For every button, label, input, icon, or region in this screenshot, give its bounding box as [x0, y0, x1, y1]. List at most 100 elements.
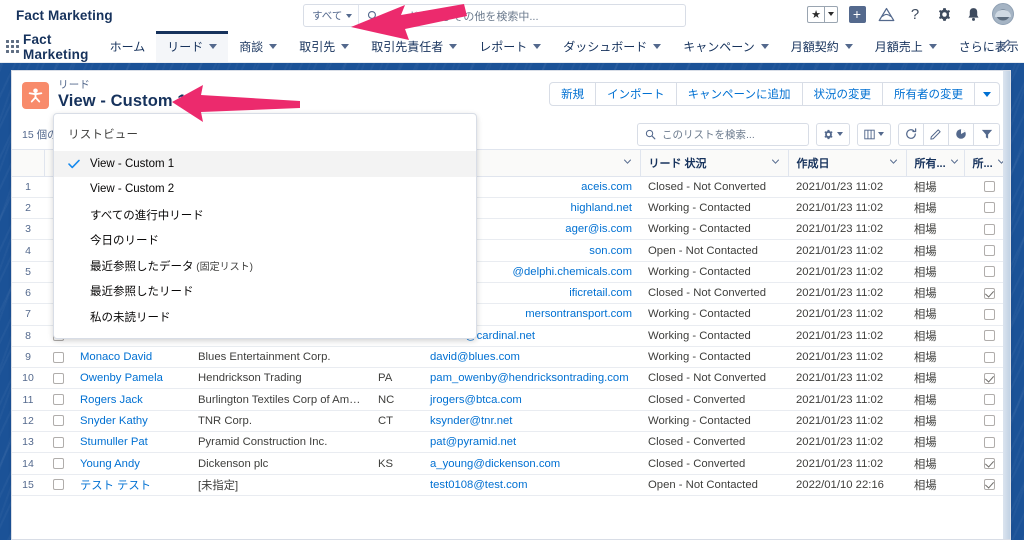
email-link[interactable]: a_young@dickenson.com: [430, 458, 560, 470]
edit-icon[interactable]: [924, 124, 949, 145]
change-owner-button[interactable]: 所有者の変更: [883, 83, 975, 105]
help-icon[interactable]: ?: [905, 4, 925, 24]
filter-icon[interactable]: [974, 124, 999, 145]
checkbox-icon[interactable]: [984, 309, 995, 320]
table-row[interactable]: 15テスト テスト[未指定]test0108@test.comOpen - No…: [12, 474, 1003, 495]
chart-icon[interactable]: [949, 124, 974, 145]
home-cloud-icon[interactable]: [876, 4, 896, 24]
checkbox-icon[interactable]: [984, 181, 995, 192]
owner-flag-checkbox[interactable]: [964, 219, 1003, 240]
lead-name-link[interactable]: Monaco David: [80, 351, 152, 363]
email-cell[interactable]: jrogers@btca.com: [422, 389, 640, 410]
notifications-bell-icon[interactable]: [963, 4, 983, 24]
chevron-down-icon[interactable]: [889, 157, 898, 169]
owner-flag-checkbox[interactable]: [964, 453, 1003, 474]
owner-flag-checkbox[interactable]: [964, 432, 1003, 453]
row-select-checkbox[interactable]: [44, 410, 72, 431]
chevron-down-icon[interactable]: [771, 157, 780, 169]
lead-name-cell[interactable]: Owenby Pamela: [72, 368, 190, 389]
lead-name-link[interactable]: Owenby Pamela: [80, 372, 163, 384]
lead-name-cell[interactable]: テスト テスト: [72, 474, 190, 495]
checkbox-icon[interactable]: [984, 458, 995, 469]
row-select-checkbox[interactable]: [44, 389, 72, 410]
global-search-bar[interactable]: すべて リードおよびその他を検索中...: [303, 4, 686, 27]
lead-name-link[interactable]: テスト テスト: [80, 480, 151, 492]
refresh-icon[interactable]: [899, 124, 924, 145]
checkbox-icon[interactable]: [984, 266, 995, 277]
owner-flag-checkbox[interactable]: [964, 176, 1003, 197]
chevron-down-icon[interactable]: [341, 44, 349, 49]
nav-item-7[interactable]: キャンペーン: [672, 31, 779, 62]
lead-name-link[interactable]: Young Andy: [80, 458, 140, 470]
email-cell[interactable]: test0108@test.com: [422, 474, 640, 495]
checkbox-icon[interactable]: [53, 437, 64, 448]
email-cell[interactable]: a_young@dickenson.com: [422, 453, 640, 474]
lead-name-cell[interactable]: Snyder Kathy: [72, 410, 190, 431]
checkbox-icon[interactable]: [984, 224, 995, 235]
nav-item-5[interactable]: レポート: [468, 31, 552, 62]
more-actions-button[interactable]: [975, 83, 999, 105]
owner-flag-checkbox[interactable]: [964, 261, 1003, 282]
display-as-icon[interactable]: [858, 124, 890, 145]
lead-name-link[interactable]: Rogers Jack: [80, 394, 143, 406]
owner-flag-checkbox[interactable]: [964, 410, 1003, 431]
email-link[interactable]: @delphi.chemicals.com: [513, 266, 632, 278]
checkbox-icon[interactable]: [53, 352, 64, 363]
owner-flag-checkbox[interactable]: [964, 304, 1003, 325]
table-row[interactable]: 11Rogers JackBurlington Textiles Corp of…: [12, 389, 1003, 410]
list-view-controls-icon[interactable]: [817, 124, 849, 145]
list-view-selector[interactable]: View - Custom 1: [58, 92, 204, 111]
chevron-down-icon[interactable]: [533, 44, 541, 49]
table-row[interactable]: 9Monaco DavidBlues Entertainment Corp.da…: [12, 346, 1003, 367]
chevron-down-icon[interactable]: [950, 157, 959, 169]
table-row[interactable]: 10Owenby PamelaHendrickson TradingPApam_…: [12, 368, 1003, 389]
dropdown-item[interactable]: 今日のリード: [54, 228, 476, 254]
email-link[interactable]: pam_owenby@hendricksontrading.com: [430, 372, 629, 384]
row-select-checkbox[interactable]: [44, 453, 72, 474]
chevron-down-icon[interactable]: [269, 44, 277, 49]
checkbox-icon[interactable]: [984, 373, 995, 384]
email-link[interactable]: test0108@test.com: [430, 479, 528, 491]
nav-item-9[interactable]: 月額売上: [864, 31, 948, 62]
chevron-down-icon[interactable]: [194, 99, 204, 105]
email-link[interactable]: ificretail.com: [569, 287, 632, 299]
horizontal-scrollbar-track[interactable]: [1003, 71, 1010, 539]
lead-name-link[interactable]: Stumuller Pat: [80, 436, 148, 448]
owner-flag-checkbox[interactable]: [964, 282, 1003, 303]
chevron-down-icon[interactable]: [209, 44, 217, 49]
favorites-star-icon[interactable]: ★: [808, 7, 824, 22]
checkbox-icon[interactable]: [984, 415, 995, 426]
nav-item-4[interactable]: 取引先責任者: [360, 31, 468, 62]
user-avatar[interactable]: [992, 3, 1014, 25]
change-status-button[interactable]: 状況の変更: [803, 83, 884, 105]
nav-item-10[interactable]: さらに表示: [948, 31, 1024, 62]
row-select-checkbox[interactable]: [44, 474, 72, 495]
email-link[interactable]: ksynder@tnr.net: [430, 415, 512, 427]
email-link[interactable]: david@blues.com: [430, 351, 520, 363]
email-cell[interactable]: ksynder@tnr.net: [422, 410, 640, 431]
owner-column[interactable]: 所有...: [906, 150, 964, 176]
chevron-down-icon[interactable]: [845, 44, 853, 49]
email-link[interactable]: highland.net: [570, 202, 632, 214]
list-search-input[interactable]: このリストを検索...: [637, 123, 809, 146]
owner-flag-checkbox[interactable]: [964, 474, 1003, 495]
nav-item-0[interactable]: ホーム: [99, 31, 157, 62]
chevron-down-icon[interactable]: [653, 44, 661, 49]
dropdown-item[interactable]: 最近参照したリード: [54, 279, 476, 305]
lead-name-cell[interactable]: Rogers Jack: [72, 389, 190, 410]
row-select-checkbox[interactable]: [44, 346, 72, 367]
dropdown-item[interactable]: 最近参照したデータ (固定リスト): [54, 253, 476, 279]
add-icon[interactable]: +: [847, 4, 867, 24]
email-link[interactable]: aceis.com: [581, 181, 632, 193]
chevron-down-icon[interactable]: [449, 44, 457, 49]
favorites-button-group[interactable]: ★: [807, 6, 838, 23]
add-to-campaign-button[interactable]: キャンペーンに追加: [677, 83, 803, 105]
checkbox-icon[interactable]: [984, 479, 995, 490]
checkbox-icon[interactable]: [984, 437, 995, 448]
dropdown-item[interactable]: すべての進行中リード: [54, 202, 476, 228]
owner-flag-checkbox[interactable]: [964, 325, 1003, 346]
lead-status-column[interactable]: リード 状況: [640, 150, 788, 176]
import-button[interactable]: インポート: [596, 83, 677, 105]
edit-nav-pencil-icon[interactable]: [999, 38, 1012, 56]
row-select-checkbox[interactable]: [44, 432, 72, 453]
